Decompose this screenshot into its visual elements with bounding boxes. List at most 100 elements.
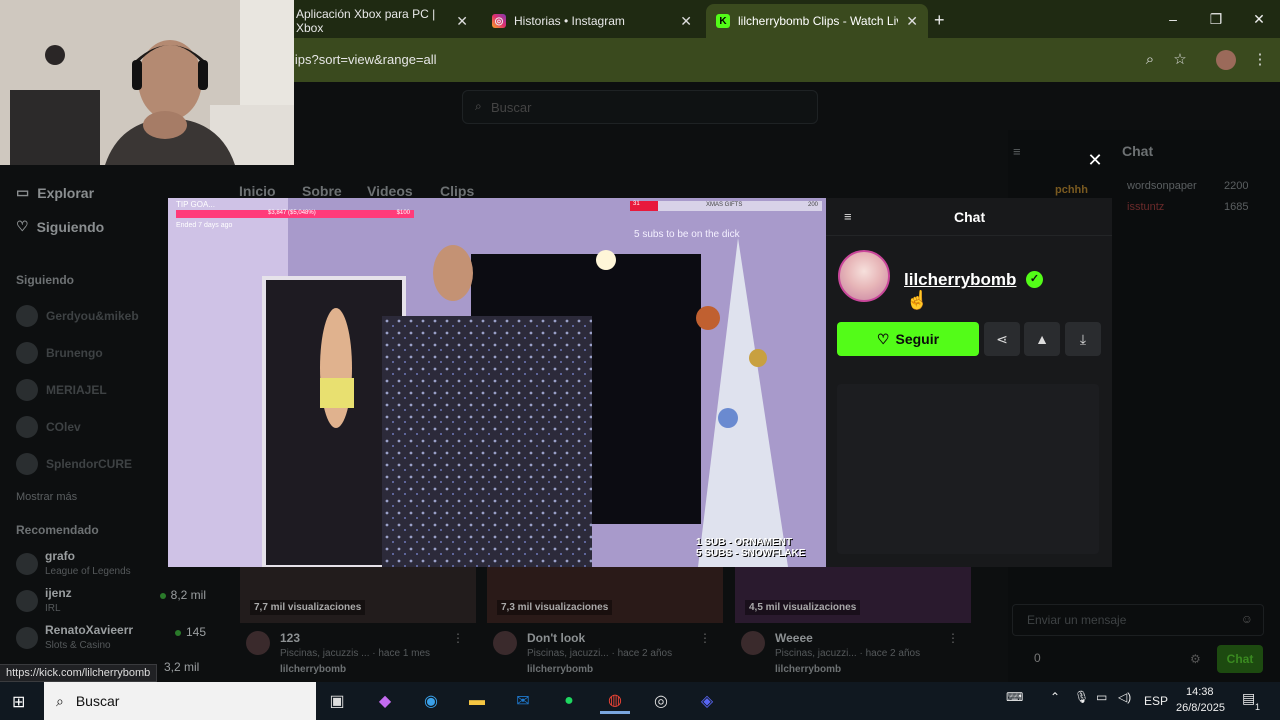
side-chat-title: Chat — [1122, 143, 1154, 159]
clip-card[interactable]: 4,5 mil visualizaciones Weeee Piscinas, … — [735, 567, 971, 677]
following-item[interactable]: Gerdyou&mikeb — [16, 305, 139, 327]
outlook-icon[interactable]: ✉ — [508, 688, 538, 714]
recommended-item[interactable]: ijenz IRL 8,2 mil — [16, 586, 206, 620]
clip-video-player[interactable]: TIP GOA... $3,847 ($5,048%) $100 Ended 7… — [168, 198, 826, 567]
viewer-count: 3,2 mil — [164, 660, 200, 674]
collapse-chat-icon[interactable]: ≡ — [844, 209, 852, 224]
collapse-icon[interactable]: ≡ — [1013, 144, 1021, 159]
profile-avatar[interactable] — [1216, 50, 1236, 70]
goal-ended-label: Ended 7 days ago — [176, 222, 233, 229]
url-text[interactable]: lips?sort=view&range=all — [292, 52, 437, 67]
chat-input[interactable]: Enviar un mensaje ☺ — [1012, 604, 1264, 636]
tip-goal-bar: $3,847 ($5,048%) $100 — [176, 210, 414, 218]
tab-kick[interactable]: K lilcherrybomb Clips - Watch Liv ✕ — [706, 4, 928, 38]
avatar — [741, 631, 765, 655]
maximize-button[interactable]: ❐ — [1196, 8, 1236, 30]
site-search-input[interactable]: ⌕ Buscar — [462, 90, 818, 124]
show-more-link[interactable]: Mostrar más — [16, 491, 77, 503]
settings-gear-icon[interactable]: ⚙ — [1190, 652, 1201, 666]
report-button[interactable]: ▲ — [1024, 322, 1060, 356]
channel-avatar[interactable] — [838, 250, 890, 302]
new-tab-button[interactable]: + — [934, 10, 945, 31]
obs-icon[interactable]: ◎ — [646, 688, 676, 714]
edge-icon[interactable]: ◉ — [416, 688, 446, 714]
chrome-icon[interactable]: ◍ — [600, 688, 630, 714]
clip-card[interactable]: 7,7 mil visualizaciones 123 Piscinas, ja… — [240, 567, 476, 677]
notifications-icon[interactable]: ▤ — [1242, 690, 1255, 707]
following-heading: Siguiendo — [16, 273, 74, 287]
channel-name: grafo — [45, 549, 75, 563]
discord-icon[interactable]: ◈ — [692, 688, 722, 714]
file-explorer-icon[interactable]: ▬ — [462, 688, 492, 714]
mouse-cursor-icon: ☝ — [906, 290, 929, 310]
clip-meta: Piscinas, jacuzzi... · hace 2 años — [775, 648, 921, 659]
following-item[interactable]: COlev — [16, 416, 81, 438]
follow-button[interactable]: ♡ Seguir — [837, 322, 979, 356]
task-view-icon[interactable]: ▣ — [322, 688, 352, 714]
sidebar-following[interactable]: ♡ Siguiendo — [16, 218, 104, 235]
gifts-bar: XMAS GIFTS 200 — [658, 201, 822, 211]
verified-badge-icon: ✓ — [1026, 271, 1043, 288]
more-options-icon[interactable]: ⋮ — [699, 631, 711, 645]
recommended-item[interactable]: RenatoXavieerr Slots & Casino 145 — [16, 623, 206, 657]
heart-icon: ♡ — [876, 330, 890, 347]
spotify-icon[interactable]: ● — [554, 688, 584, 714]
status-bar-link: https://kick.com/lilcherrybomb — [0, 664, 158, 682]
keyboard-icon[interactable]: ⌨ — [1006, 690, 1023, 704]
leader-count: 2200 — [1224, 180, 1249, 192]
channel-tab-inicio[interactable]: Inicio — [239, 183, 276, 199]
sidebar-label: Explorar — [37, 184, 95, 201]
download-button[interactable]: ⤓ — [1065, 322, 1101, 356]
more-options-icon[interactable]: ⋮ — [947, 631, 959, 645]
notification-count: 1 — [1255, 702, 1261, 712]
tab-xbox[interactable]: Aplicación Xbox para PC | Xbox ✕ — [286, 4, 478, 38]
microphone-icon[interactable]: 🎙 — [1074, 690, 1089, 704]
close-window-button[interactable]: ✕ — [1239, 8, 1279, 30]
clock-time[interactable]: 14:38 — [1186, 686, 1214, 698]
bookmark-star-icon[interactable]: ☆ — [1170, 50, 1190, 70]
clip-meta: Piscinas, jacuzzi... · hace 2 años — [527, 648, 673, 659]
following-item[interactable]: SplendorCURE — [16, 453, 132, 475]
share-button[interactable]: ⋖ — [984, 322, 1020, 356]
zoom-icon[interactable]: ⌕ — [1140, 50, 1160, 70]
goal-amount: $3,847 ($5,048%) — [268, 210, 316, 216]
taskbar-search[interactable]: ⌕ Buscar — [44, 682, 316, 720]
share-icon: ⋖ — [996, 330, 1008, 347]
clip-meta: Piscinas, jacuzzis ... · hace 1 mes — [280, 648, 431, 659]
more-options-icon[interactable]: ⋮ — [452, 631, 464, 645]
compass-icon: ▭ — [16, 184, 30, 200]
volume-icon[interactable]: ◁) — [1118, 690, 1131, 704]
following-item[interactable]: MERIAJEL — [16, 379, 107, 401]
copilot-icon[interactable]: ◆ — [370, 688, 400, 714]
channel-tab-clips[interactable]: Clips — [440, 183, 474, 199]
chat-send-button[interactable]: Chat — [1217, 645, 1263, 673]
network-icon[interactable]: ▭ — [1096, 690, 1107, 704]
sidebar-explore[interactable]: ▭ Explorar — [16, 184, 94, 201]
close-tab-icon[interactable]: ✕ — [680, 13, 692, 30]
following-name: MERIAJEL — [46, 383, 107, 397]
leader-user: wordsonpaper — [1127, 180, 1197, 192]
channel-name-link[interactable]: lilcherrybomb — [904, 270, 1016, 290]
following-item[interactable]: Brunengo — [16, 342, 103, 364]
following-name: SplendorCURE — [46, 457, 133, 471]
channel-category: League of Legends — [45, 566, 131, 577]
tab-title: Historias • Instagram — [514, 14, 625, 28]
channel-tab-sobre[interactable]: Sobre — [302, 183, 342, 199]
clock-date[interactable]: 26/8/2025 — [1176, 702, 1225, 714]
tray-expand-icon[interactable]: ⌃ — [1050, 690, 1060, 704]
channel-tab-videos[interactable]: Videos — [367, 183, 413, 199]
webcam-person-image — [0, 0, 294, 165]
clip-card[interactable]: 7,3 mil visualizaciones Don't look Pisci… — [487, 567, 723, 677]
emoji-icon[interactable]: ☺ — [1241, 612, 1253, 626]
download-icon: ⤓ — [1079, 330, 1087, 347]
tab-instagram[interactable]: ◎ Historias • Instagram ✕ — [482, 4, 702, 38]
channel-name: ijenz — [45, 586, 72, 600]
windows-start-icon[interactable]: ⊞ — [12, 692, 25, 712]
panel-header: ≡ Chat — [826, 198, 1112, 236]
modal-close-button[interactable]: ✕ — [1085, 150, 1105, 170]
menu-kebab-icon[interactable]: ⋮ — [1250, 50, 1270, 70]
close-tab-icon[interactable]: ✕ — [906, 13, 918, 30]
close-tab-icon[interactable]: ✕ — [456, 13, 468, 30]
language-indicator[interactable]: ESP — [1144, 694, 1168, 708]
minimize-button[interactable]: – — [1153, 8, 1193, 30]
